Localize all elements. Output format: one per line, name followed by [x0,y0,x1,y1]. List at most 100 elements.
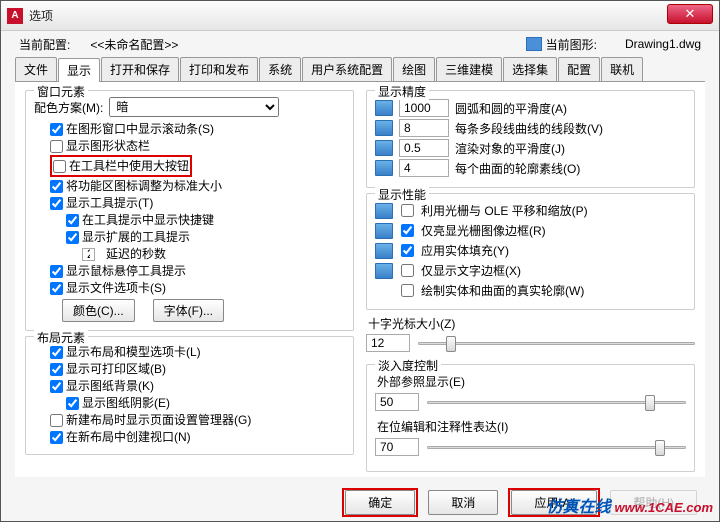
tab-6[interactable]: 绘图 [393,57,435,81]
render-smooth-label: 渲染对象的平滑度(J) [455,140,565,157]
edit-input[interactable] [375,438,419,456]
show-shortcut-label: 在工具提示中显示快捷键 [82,212,214,228]
ok-button[interactable]: 确定 [345,490,415,515]
drawing-value: Drawing1.dwg [625,37,701,51]
group-title: 显示精度 [375,83,429,100]
show-hover-checkbox[interactable] [50,265,63,278]
show-scroll-checkbox[interactable] [50,123,63,136]
crosshair-slider[interactable] [418,333,695,353]
render-smooth-input[interactable] [399,139,449,157]
layout-elements-group: 布局元素 显示布局和模型选项卡(L) 显示可打印区域(B) 显示图纸背景(K) … [25,336,354,455]
show-file-tabs-label: 显示文件选项卡(S) [66,280,166,296]
group-title: 显示性能 [375,186,429,203]
drawing-icon [526,37,542,51]
tab-7[interactable]: 三维建模 [436,57,502,81]
text-frame-checkbox[interactable] [401,264,414,277]
perf-icon [375,263,393,279]
perf-icon [375,203,393,219]
arc-smooth-label: 圆弧和圆的平滑度(A) [455,100,567,117]
show-tooltips-checkbox[interactable] [50,197,63,210]
group-title: 窗口元素 [34,83,88,100]
solid-fill-label: 应用实体填充(Y) [421,242,509,259]
scheme-select[interactable]: 暗 [109,97,279,117]
tab-8[interactable]: 选择集 [503,57,557,81]
group-title: 淡入度控制 [375,357,441,374]
solid-fill-checkbox[interactable] [401,244,414,257]
tab-5[interactable]: 用户系统配置 [302,57,392,81]
page-setup-checkbox[interactable] [50,414,63,427]
xref-label: 外部参照显示(E) [377,373,686,390]
drawing-label: 当前图形: [546,36,597,53]
contour-label: 每个曲面的轮廓素线(O) [455,160,580,177]
cancel-button[interactable]: 取消 [428,490,498,515]
show-print-checkbox[interactable] [50,363,63,376]
show-ext-tip-label: 显示扩展的工具提示 [82,229,190,245]
show-tooltips-label: 显示工具提示(T) [66,195,153,211]
create-vp-label: 在新布局中创建视口(N) [66,429,191,445]
show-ext-tip-checkbox[interactable] [66,231,79,244]
delay-input[interactable] [82,248,95,261]
precision-icon [375,140,393,156]
display-precision-group: 显示精度 圆弧和圆的平滑度(A) 每条多段线曲线的线段数(V) 渲染对象的平滑度… [366,90,695,188]
precision-icon [375,160,393,176]
xref-input[interactable] [375,393,419,411]
tab-9[interactable]: 配置 [558,57,600,81]
raster-ole-label: 利用光栅与 OLE 平移和缩放(P) [421,202,588,219]
poly-seg-label: 每条多段线曲线的线段数(V) [455,120,603,137]
page-setup-label: 新建布局时显示页面设置管理器(G) [66,412,251,428]
perf-icon [375,243,393,259]
show-shortcut-checkbox[interactable] [66,214,79,227]
watermark: 仿真在线www.1CAE.com [547,493,714,517]
true-silhouette-label: 绘制实体和曲面的真实轮廓(W) [421,282,584,299]
tab-3[interactable]: 打印和发布 [180,57,258,81]
show-tabs-checkbox[interactable] [50,346,63,359]
scheme-label: 配色方案(M): [34,99,103,116]
close-button[interactable]: ✕ [667,4,713,24]
show-scroll-label: 在图形窗口中显示滚动条(S) [66,121,214,137]
show-file-tabs-checkbox[interactable] [50,282,63,295]
text-frame-label: 仅显示文字边框(X) [421,262,521,279]
edit-slider[interactable] [427,437,686,457]
tab-10[interactable]: 联机 [601,57,643,81]
crosshair-title: 十字光标大小(Z) [368,315,695,332]
large-buttons-checkbox[interactable] [53,160,66,173]
show-shadow-label: 显示图纸阴影(E) [82,395,170,411]
show-hover-label: 显示鼠标悬停工具提示 [66,263,186,279]
show-bg-checkbox[interactable] [50,380,63,393]
font-button[interactable]: 字体(F)... [153,299,224,322]
show-statusbar-label: 显示图形状态栏 [66,138,150,154]
contour-input[interactable] [399,159,449,177]
color-button[interactable]: 颜色(C)... [62,299,135,322]
resize-ribbon-checkbox[interactable] [50,180,63,193]
raster-frame-label: 仅亮显光栅图像边框(R) [421,222,546,239]
resize-ribbon-label: 将功能区图标调整为标准大小 [66,178,222,194]
raster-frame-checkbox[interactable] [401,224,414,237]
large-buttons-label: 在工具栏中使用大按钮 [69,158,189,174]
xref-slider[interactable] [427,392,686,412]
highlighted-option: 在工具栏中使用大按钮 [50,155,192,177]
fade-group: 淡入度控制 外部参照显示(E) 在位编辑和注释性表达(I) [366,364,695,472]
tab-2[interactable]: 打开和保存 [101,57,179,81]
display-perf-group: 显示性能 利用光栅与 OLE 平移和缩放(P) 仅亮显光栅图像边框(R) 应用实… [366,193,695,310]
precision-icon [375,120,393,136]
show-tabs-label: 显示布局和模型选项卡(L) [66,344,201,360]
show-statusbar-checkbox[interactable] [50,140,63,153]
show-print-label: 显示可打印区域(B) [66,361,166,377]
raster-ole-checkbox[interactable] [401,204,414,217]
tab-4[interactable]: 系统 [259,57,301,81]
true-silhouette-checkbox[interactable] [401,284,414,297]
crosshair-input[interactable] [366,334,410,352]
perf-icon [375,223,393,239]
poly-seg-input[interactable] [399,119,449,137]
create-vp-checkbox[interactable] [50,431,63,444]
tab-1[interactable]: 显示 [58,58,100,82]
show-shadow-checkbox[interactable] [66,397,79,410]
show-bg-label: 显示图纸背景(K) [66,378,154,394]
profile-value: <<未命名配置>> [90,36,178,53]
edit-label: 在位编辑和注释性表达(I) [377,418,686,435]
group-title: 布局元素 [34,329,88,346]
tab-0[interactable]: 文件 [15,57,57,81]
delay-label: 延迟的秒数 [106,246,166,262]
arc-smooth-input[interactable] [399,99,449,117]
window-title: 选项 [29,7,53,24]
